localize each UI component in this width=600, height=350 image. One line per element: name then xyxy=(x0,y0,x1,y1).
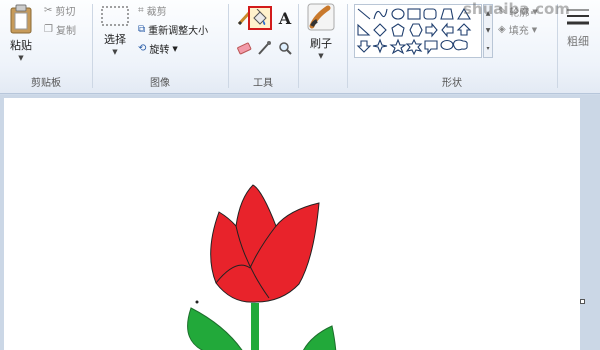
color-picker-tool[interactable] xyxy=(254,38,274,58)
crop-icon: ⌗ xyxy=(138,5,144,16)
copy-button[interactable]: ❐ 复制 xyxy=(44,22,76,37)
chevron-down-icon: ▼ xyxy=(531,25,538,34)
oval-callout-shape-icon xyxy=(440,39,454,51)
rotate-button[interactable]: ⟲ 旋转 ▼ xyxy=(138,41,178,56)
rectangle-shape-icon xyxy=(407,8,421,20)
fill-button[interactable]: ◈ 填充 ▼ xyxy=(498,22,537,37)
tulip-flower xyxy=(210,184,320,303)
rotate-label: 旋转 xyxy=(149,45,170,56)
tulip-stem xyxy=(251,303,259,350)
right-arrow-shape-icon xyxy=(425,22,438,38)
eraser-tool[interactable] xyxy=(234,38,254,58)
crop-label: 裁剪 xyxy=(146,7,167,18)
chevron-down-icon: ▼ xyxy=(112,48,118,56)
down-arrow-shape-icon xyxy=(356,40,372,53)
cloud-callout-shape-icon xyxy=(452,39,468,51)
eyedropper-icon xyxy=(258,41,271,55)
shapes-group-label: 形状 xyxy=(442,78,462,89)
left-leaf xyxy=(187,307,243,350)
scissors-icon: ✂ xyxy=(44,5,53,16)
magnifier-icon xyxy=(279,42,292,55)
eraser-icon xyxy=(237,42,252,55)
paste-label: 粘贴 xyxy=(10,39,32,52)
fill-with-color-tool[interactable] xyxy=(248,6,272,30)
chevron-down-icon: ▼ xyxy=(18,54,24,62)
resize-icon: ⧉ xyxy=(138,24,146,35)
brushes-button[interactable]: 刷子 ▼ xyxy=(306,2,336,60)
rounded-rectangle-shape-icon xyxy=(423,8,437,20)
paint-bucket-icon xyxy=(253,9,267,25)
resize-label: 重新调整大小 xyxy=(148,26,209,37)
chevron-down-icon: ▼ xyxy=(172,44,178,53)
clipboard-icon xyxy=(10,4,32,34)
size-label: 粗细 xyxy=(567,35,589,48)
hexagon-shape-icon xyxy=(409,23,423,37)
pentagon-shape-icon xyxy=(391,23,405,37)
fill-label: 填充 xyxy=(508,26,529,37)
rounded-callout-shape-icon xyxy=(424,40,438,55)
paste-button[interactable]: 粘贴 ▼ xyxy=(8,4,34,62)
cut-button[interactable]: ✂ 剪切 xyxy=(44,3,75,18)
right-leaf xyxy=(303,325,337,350)
six-point-star-shape-icon xyxy=(405,38,423,56)
brush-icon xyxy=(307,3,335,31)
crop-button[interactable]: ⌗ 裁剪 xyxy=(138,3,167,18)
chevron-down-icon: ▼ xyxy=(318,52,324,60)
text-tool[interactable]: A xyxy=(275,8,295,28)
select-button[interactable]: 选择 ▼ xyxy=(100,4,130,56)
ribbon: 粘贴 ▼ ✂ 剪切 ❐ 复制 剪贴板 选择 ▼ ⌗ 裁剪 ⧉ 重新调整大小 ⟲ … xyxy=(0,0,600,94)
canvas-area xyxy=(0,95,600,350)
resize-button[interactable]: ⧉ 重新调整大小 xyxy=(138,22,208,37)
tulip-drawing xyxy=(187,184,337,350)
right-triangle-shape-icon xyxy=(357,23,371,36)
select-label: 选择 xyxy=(104,33,126,46)
tools-group-label: 工具 xyxy=(253,78,273,89)
canvas-resize-handle[interactable] xyxy=(580,299,585,304)
clipboard-group-label: 剪贴板 xyxy=(31,78,61,89)
scroll-down-icon: ▼ xyxy=(485,27,491,35)
diamond-shape-icon xyxy=(373,23,387,37)
rotate-icon: ⟲ xyxy=(138,43,147,54)
select-rectangle-icon xyxy=(101,6,129,26)
up-arrow-shape-icon xyxy=(456,23,472,36)
image-group-label: 图像 xyxy=(150,78,170,89)
brushes-label: 刷子 xyxy=(310,37,332,50)
watermark-text: shuaiba.com xyxy=(463,0,570,18)
magnifier-tool[interactable] xyxy=(275,38,295,58)
oval-shape-icon xyxy=(391,8,405,20)
divider xyxy=(298,4,299,88)
five-point-star-shape-icon xyxy=(389,38,407,55)
curve-shape-icon xyxy=(373,8,388,20)
line-shape-icon xyxy=(357,8,371,20)
four-point-star-shape-icon xyxy=(372,38,388,54)
copy-icon: ❐ xyxy=(44,24,53,35)
expand-gallery-icon: ▾ xyxy=(486,44,490,52)
left-arrow-shape-icon xyxy=(441,22,454,38)
cut-label: 剪切 xyxy=(55,7,76,18)
drawing-canvas[interactable] xyxy=(4,98,580,350)
fill-icon: ◈ xyxy=(498,24,506,35)
copy-label: 复制 xyxy=(55,26,76,37)
polygon-shape-icon xyxy=(440,8,454,20)
